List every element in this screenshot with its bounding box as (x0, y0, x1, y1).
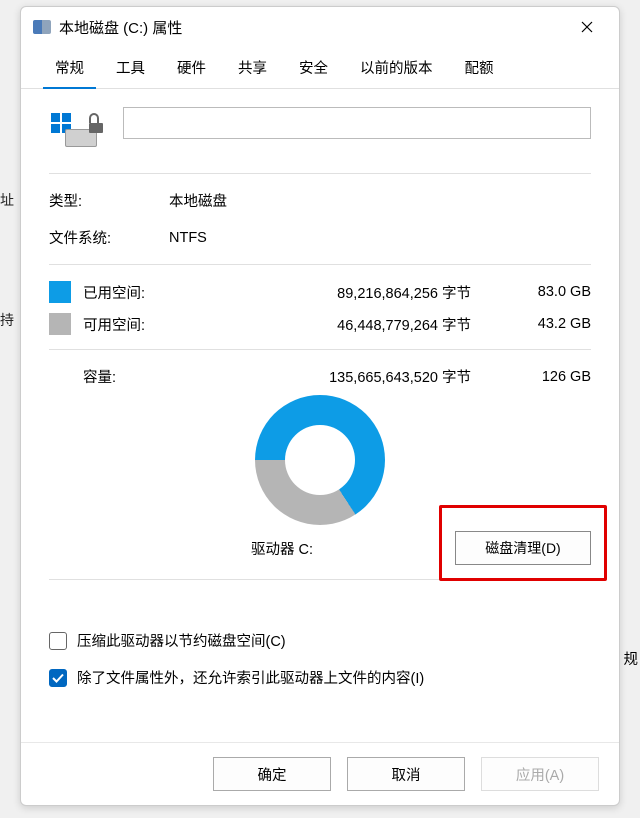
tab-previous-versions[interactable]: 以前的版本 (344, 47, 449, 88)
tab-quota[interactable]: 配额 (449, 47, 510, 88)
filesystem-label: 文件系统: (49, 227, 169, 248)
compress-checkbox-label: 压缩此驱动器以节约磁盘空间(C) (77, 630, 286, 651)
compress-checkbox[interactable] (49, 632, 67, 650)
used-space-label: 已用空间: (83, 282, 179, 303)
tab-sharing[interactable]: 共享 (222, 47, 283, 88)
capacity-gb: 126 GB (511, 369, 591, 385)
type-label: 类型: (49, 190, 169, 211)
type-value: 本地磁盘 (169, 190, 591, 211)
used-space-bytes: 89,216,864,256 字节 (179, 282, 511, 303)
free-space-label: 可用空间: (83, 314, 179, 335)
drive-name-input[interactable] (123, 107, 591, 139)
drive-letter-label: 驱动器 C: (49, 538, 455, 559)
index-checkbox[interactable] (49, 669, 67, 687)
filesystem-value: NTFS (169, 230, 591, 246)
background-page-fragment: 址持 (0, 90, 14, 420)
used-space-gb: 83.0 GB (511, 284, 591, 300)
tab-general[interactable]: 常规 (39, 47, 100, 88)
capacity-bytes: 135,665,643,520 字节 (179, 366, 511, 387)
cancel-button[interactable]: 取消 (347, 757, 465, 791)
properties-dialog: 本地磁盘 (C:) 属性 常规 工具 硬件 共享 安全 以前的版本 配额 类型:… (20, 6, 620, 806)
checkmark-icon (52, 673, 64, 683)
divider (49, 173, 591, 174)
divider (49, 264, 591, 265)
capacity-label: 容量: (49, 366, 179, 387)
tab-tools[interactable]: 工具 (100, 47, 161, 88)
tab-strip: 常规 工具 硬件 共享 安全 以前的版本 配额 (21, 47, 619, 89)
close-icon (581, 21, 593, 33)
divider (49, 579, 591, 580)
free-space-bytes: 46,448,779,264 字节 (179, 314, 511, 335)
index-checkbox-label: 除了文件属性外，还允许索引此驱动器上文件的内容(I) (77, 667, 424, 688)
ok-button[interactable]: 确定 (213, 757, 331, 791)
divider (49, 349, 591, 350)
usage-donut-chart (255, 395, 385, 525)
window-title: 本地磁盘 (C:) 属性 (59, 17, 567, 38)
free-space-swatch (49, 313, 71, 335)
tabpanel-general: 类型: 本地磁盘 文件系统: NTFS 已用空间: 89,216,864,256… (21, 89, 619, 742)
used-space-swatch (49, 281, 71, 303)
dialog-footer: 确定 取消 应用(A) (21, 742, 619, 805)
apply-button[interactable]: 应用(A) (481, 757, 599, 791)
close-button[interactable] (567, 12, 607, 42)
free-space-gb: 43.2 GB (511, 316, 591, 332)
tab-hardware[interactable]: 硬件 (161, 47, 222, 88)
drive-icon (33, 20, 51, 34)
disk-cleanup-button[interactable]: 磁盘清理(D) (455, 531, 591, 565)
drive-large-icon (49, 111, 105, 153)
tab-security[interactable]: 安全 (283, 47, 344, 88)
background-page-fragment-right: 规 (624, 648, 639, 669)
lock-icon (89, 117, 103, 133)
titlebar: 本地磁盘 (C:) 属性 (21, 7, 619, 47)
